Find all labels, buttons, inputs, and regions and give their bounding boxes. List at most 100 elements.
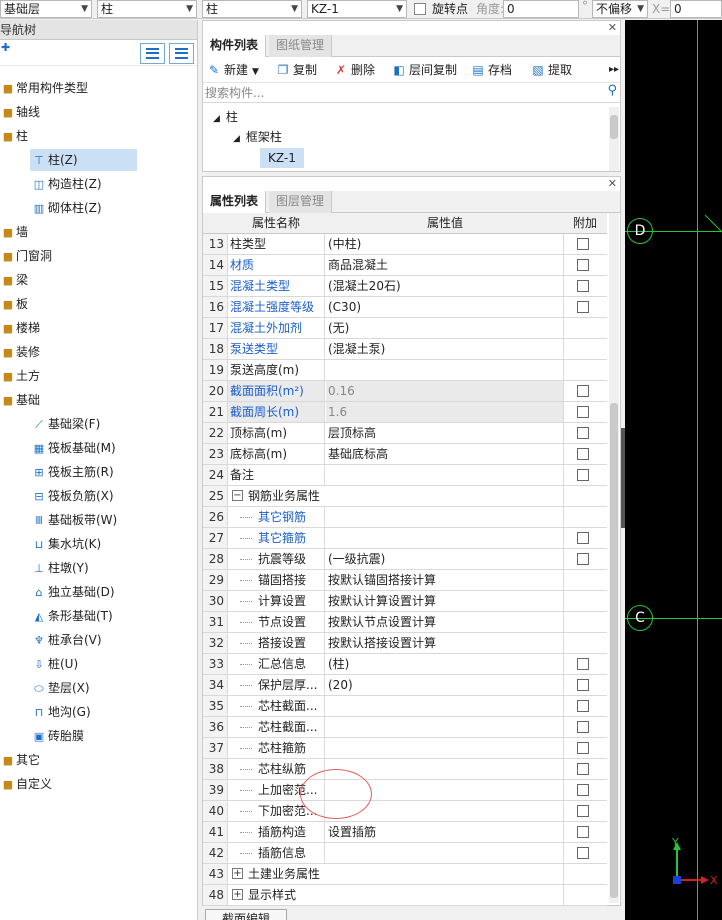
row-value[interactable]: (中柱) bbox=[326, 234, 564, 254]
nav-item-cushion[interactable]: ⬭ 垫层(X) bbox=[30, 677, 89, 699]
nav-item-wall[interactable]: ■ 墙 bbox=[0, 221, 28, 243]
table-row[interactable]: 30 计算设置 按默认计算设置计算 bbox=[203, 591, 607, 612]
table-row-group[interactable]: 48 + 显示样式 bbox=[203, 885, 607, 906]
nav-item-column[interactable]: ■ 柱 bbox=[0, 125, 28, 147]
table-row[interactable]: 23 底标高(m) 基础底标高 bbox=[203, 444, 607, 465]
new-button[interactable]: ✎ 新建 ▼ bbox=[207, 62, 259, 80]
pin-icon[interactable]: ✚ bbox=[1, 41, 10, 54]
extra-checkbox[interactable] bbox=[577, 700, 589, 712]
nav-item-pile-cap[interactable]: ♆ 桩承台(V) bbox=[30, 629, 102, 651]
extra-checkbox[interactable] bbox=[577, 280, 589, 292]
nav-item-openings[interactable]: ■ 门窗洞 bbox=[0, 245, 52, 267]
tab-drawing-manage[interactable]: 图纸管理 bbox=[269, 35, 333, 57]
table-row[interactable]: 37 芯柱箍筋 bbox=[203, 738, 607, 759]
row-value[interactable] bbox=[326, 507, 564, 527]
row-value[interactable]: (20) bbox=[326, 675, 564, 695]
extra-checkbox[interactable] bbox=[577, 385, 589, 397]
table-row-group[interactable]: 25− 钢筋业务属性 bbox=[203, 486, 607, 507]
table-row[interactable]: 29 锚固搭接 按默认锚固搭接计算 bbox=[203, 570, 607, 591]
nav-item-sump[interactable]: ⊔ 集水坑(K) bbox=[30, 533, 102, 555]
nav-item-masonry-column[interactable]: ▥ 砌体柱(Z) bbox=[30, 197, 102, 219]
nav-item-raft-neg-rebar[interactable]: ⊟ 筏板负筋(X) bbox=[30, 485, 113, 507]
table-row[interactable]: 42 插筋信息 bbox=[203, 843, 607, 864]
component-scrollbar[interactable] bbox=[609, 107, 619, 171]
row-value[interactable]: (混凝土20石) bbox=[326, 276, 564, 296]
table-row[interactable]: 41 插筋构造 设置插筋 bbox=[203, 822, 607, 843]
nav-item-decoration[interactable]: ■ 装修 bbox=[0, 341, 40, 363]
type-select[interactable]: 柱 ▼ bbox=[202, 0, 302, 18]
table-row[interactable]: 18 泵送类型 (混凝土泵) bbox=[203, 339, 607, 360]
component-select[interactable]: KZ-1 ▼ bbox=[307, 0, 407, 18]
extra-checkbox[interactable] bbox=[577, 259, 589, 271]
nav-item-construct-column[interactable]: ◫ 构造柱(Z) bbox=[30, 173, 102, 195]
row-value[interactable]: 基础底标高 bbox=[326, 444, 564, 464]
nav-item-axis[interactable]: ■ 轴线 bbox=[0, 101, 40, 123]
section-edit-button[interactable]: 截面编辑 bbox=[205, 909, 287, 920]
row-value[interactable]: 设置插筋 bbox=[326, 822, 564, 842]
extra-checkbox[interactable] bbox=[577, 532, 589, 544]
table-row[interactable]: 13 柱类型 (中柱) bbox=[203, 234, 607, 255]
more-icon[interactable]: ▸▸ bbox=[609, 62, 619, 78]
nav-item-pier[interactable]: ⊥ 柱墩(Y) bbox=[30, 557, 89, 579]
nav-item-trench[interactable]: ⊓ 地沟(G) bbox=[30, 701, 91, 723]
component-tree-root[interactable]: ◢ 柱 bbox=[213, 107, 238, 127]
row-value[interactable]: 按默认计算设置计算 bbox=[326, 591, 564, 611]
extra-checkbox[interactable] bbox=[577, 805, 589, 817]
nav-item-foundation-beam[interactable]: ⟋ 基础梁(F) bbox=[30, 413, 100, 435]
extra-checkbox[interactable] bbox=[577, 847, 589, 859]
table-row[interactable]: 35 芯柱截面... bbox=[203, 696, 607, 717]
nav-item-pile[interactable]: ⇩ 桩(U) bbox=[30, 653, 78, 675]
component-tree-child[interactable]: ◢ 框架柱 bbox=[233, 127, 282, 147]
floor-select[interactable]: 基础层 ▼ bbox=[0, 0, 92, 18]
extra-checkbox[interactable] bbox=[577, 679, 589, 691]
row-value[interactable]: (无) bbox=[326, 318, 564, 338]
expand-icon[interactable]: + bbox=[232, 868, 243, 879]
tab-property-list[interactable]: 属性列表 bbox=[203, 191, 267, 213]
table-row[interactable]: 19 泵送高度(m) bbox=[203, 360, 607, 381]
row-value[interactable]: (混凝土泵) bbox=[326, 339, 564, 359]
table-row[interactable]: 27 其它箍筋 bbox=[203, 528, 607, 549]
search-icon[interactable]: ⚲ bbox=[607, 83, 617, 98]
delete-button[interactable]: ✗ 删除 bbox=[334, 62, 375, 78]
table-row[interactable]: 39 上加密范... bbox=[203, 780, 607, 801]
scrollbar-thumb[interactable] bbox=[610, 403, 618, 898]
nav-item-other[interactable]: ■ 其它 bbox=[0, 749, 40, 771]
nav-item-isolated-footing[interactable]: ⌂ 独立基础(D) bbox=[30, 581, 115, 603]
extract-button[interactable]: ▧ 提取 bbox=[531, 62, 572, 78]
offset-select[interactable]: 不偏移 ▼ bbox=[592, 0, 648, 18]
table-row[interactable]: 17 混凝土外加剂 (无) bbox=[203, 318, 607, 339]
close-icon[interactable]: ✕ bbox=[608, 21, 617, 34]
table-row[interactable]: 32 搭接设置 按默认搭接设置计算 bbox=[203, 633, 607, 654]
table-row[interactable]: 33 汇总信息 (柱) bbox=[203, 654, 607, 675]
table-row[interactable]: 16 混凝土强度等级 (C30) bbox=[203, 297, 607, 318]
collapse-icon[interactable]: − bbox=[232, 490, 243, 501]
extra-checkbox[interactable] bbox=[577, 301, 589, 313]
copy-button[interactable]: ❐ 复制 bbox=[276, 62, 317, 78]
extra-checkbox[interactable] bbox=[577, 784, 589, 796]
scrollbar-thumb[interactable] bbox=[610, 115, 618, 139]
nav-item-common-types[interactable]: ■ 常用构件类型 bbox=[0, 77, 88, 99]
floor-copy-button[interactable]: ◧ 层间复制 bbox=[392, 62, 457, 78]
row-value[interactable]: 按默认锚固搭接计算 bbox=[326, 570, 564, 590]
nav-item-earthwork[interactable]: ■ 土方 bbox=[0, 365, 40, 387]
table-row[interactable]: 20 截面面积(m²) 0.16 bbox=[203, 381, 607, 402]
table-row[interactable]: 34 保护层厚... (20) bbox=[203, 675, 607, 696]
table-row-group[interactable]: 43 + 土建业务属性 bbox=[203, 864, 607, 885]
list-view-button[interactable] bbox=[140, 43, 165, 64]
row-value[interactable]: (柱) bbox=[326, 654, 564, 674]
close-icon[interactable]: ✕ bbox=[608, 177, 617, 190]
nav-item-foundation[interactable]: ■ 基础 bbox=[0, 389, 40, 411]
row-value[interactable] bbox=[326, 843, 564, 863]
angle-input[interactable]: 0 bbox=[503, 0, 579, 18]
rotate-point-checkbox[interactable] bbox=[414, 3, 426, 15]
nav-item-stairs[interactable]: ■ 楼梯 bbox=[0, 317, 40, 339]
row-value[interactable]: 按默认节点设置计算 bbox=[326, 612, 564, 632]
extra-checkbox[interactable] bbox=[577, 406, 589, 418]
expand-icon[interactable]: + bbox=[232, 889, 243, 900]
nav-item-raft[interactable]: ▦ 筏板基础(M) bbox=[30, 437, 116, 459]
component-tree-kz1[interactable]: KZ-1 bbox=[260, 148, 304, 168]
table-row[interactable]: 28 抗震等级 (一级抗震) bbox=[203, 549, 607, 570]
nav-item-slab-strip[interactable]: Ⅲ 基础板带(W) bbox=[30, 509, 117, 531]
row-value[interactable]: 按默认搭接设置计算 bbox=[326, 633, 564, 653]
card-view-button[interactable] bbox=[169, 43, 194, 64]
